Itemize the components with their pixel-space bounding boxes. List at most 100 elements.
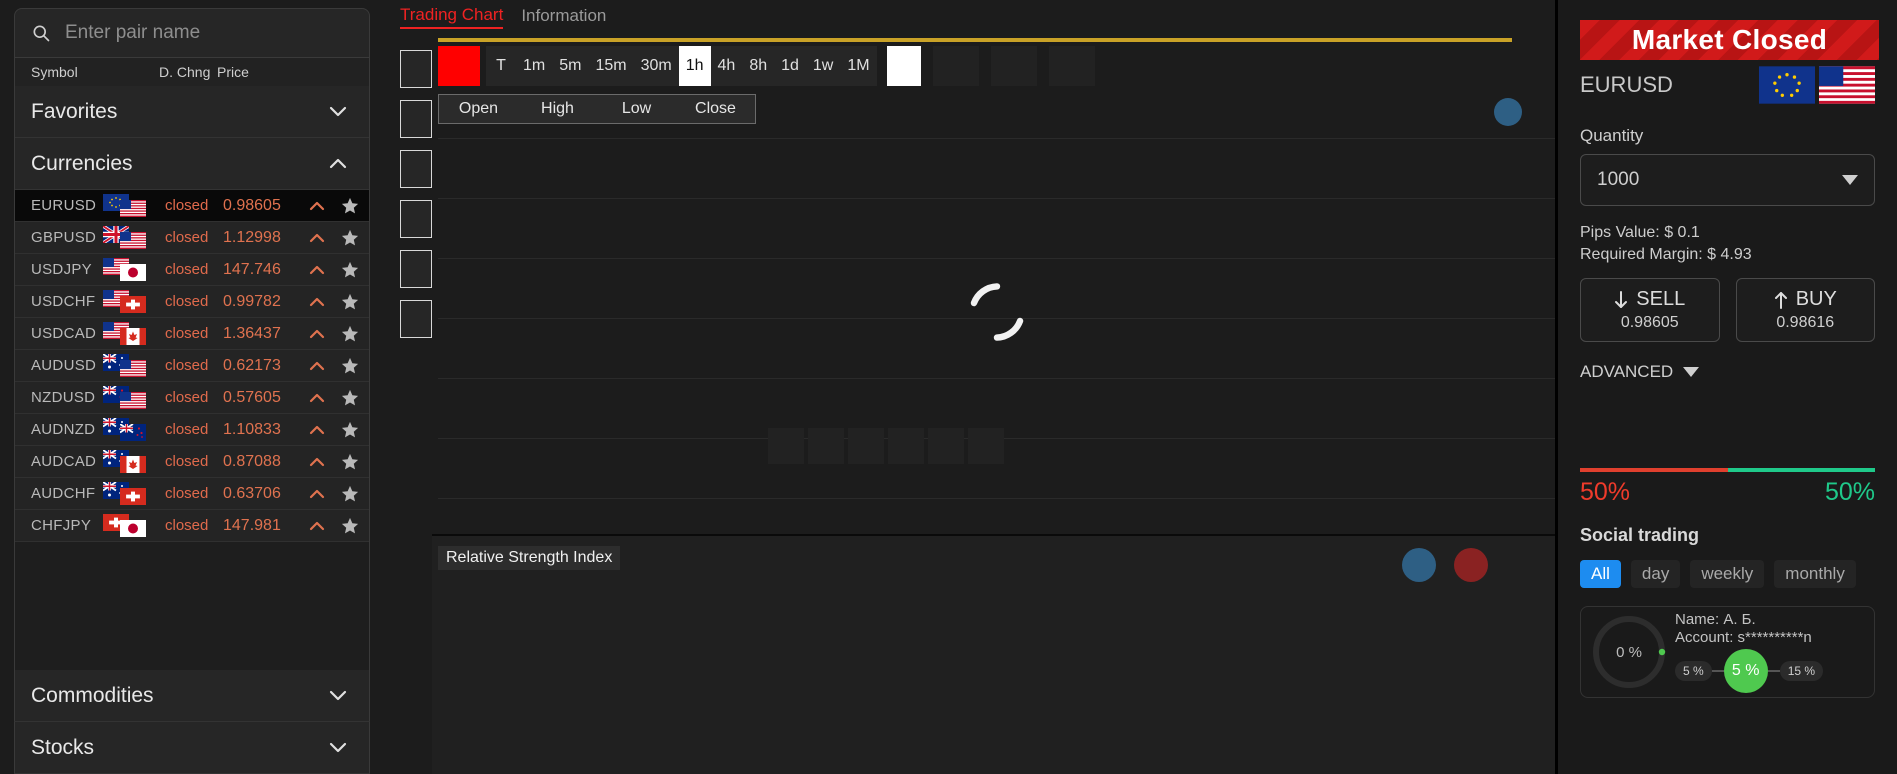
indicator-button[interactable] (932, 46, 979, 86)
timeframe-group[interactable]: T 1m 5m 15m 30m 1h 4h 8h 1d 1w 1M (486, 46, 877, 86)
caret-up-icon[interactable] (309, 265, 325, 275)
pair-flags (103, 289, 165, 314)
favorite-star-icon[interactable] (341, 229, 359, 247)
pair-row[interactable]: AUDUSD closed 0.62173 (15, 350, 369, 382)
group-favorites[interactable]: Favorites (15, 86, 369, 138)
advanced-toggle[interactable]: ADVANCED (1580, 362, 1875, 382)
drawing-tools[interactable] (400, 50, 432, 338)
favorite-star-icon[interactable] (341, 261, 359, 279)
timeframe-8h[interactable]: 8h (742, 46, 774, 86)
drawing-tool-button[interactable] (400, 150, 432, 188)
favorite-star-icon[interactable] (341, 421, 359, 439)
group-stocks[interactable]: Stocks (14, 722, 370, 774)
favorite-star-icon[interactable] (341, 357, 359, 375)
timeframe-T[interactable]: T (486, 46, 516, 86)
group-commodities[interactable]: Commodities (14, 670, 370, 722)
tab-information[interactable]: Information (521, 6, 606, 28)
pair-flags (103, 353, 165, 378)
pair-symbol: AUDCHF (31, 485, 96, 502)
favorite-star-icon[interactable] (341, 197, 359, 215)
risk-selector[interactable]: 5 % 5 % 15 % (1675, 648, 1864, 693)
caret-up-icon[interactable] (309, 521, 325, 531)
caret-up-icon[interactable] (309, 425, 325, 435)
drawing-tool-button[interactable] (400, 100, 432, 138)
timeframe-1d[interactable]: 1d (774, 46, 806, 86)
color-swatch[interactable] (438, 46, 480, 86)
timeframe-15m[interactable]: 15m (588, 46, 633, 86)
timeframe-1M[interactable]: 1M (840, 46, 876, 86)
pair-status: closed (165, 485, 209, 502)
social-tab-day[interactable]: day (1630, 560, 1681, 588)
rsi-add-button[interactable] (1402, 548, 1436, 582)
quantity-select[interactable]: 1000 (1580, 154, 1875, 206)
pair-flags (103, 385, 165, 410)
timeframe-1w[interactable]: 1w (806, 46, 840, 86)
pair-row[interactable]: CHFJPY closed 147.981 (15, 510, 369, 542)
social-tab-weekly[interactable]: weekly (1690, 560, 1765, 588)
buy-button[interactable]: BUY 0.98616 (1735, 278, 1875, 342)
caret-up-icon[interactable] (309, 393, 325, 403)
pair-row[interactable]: EURUSD closed 0.98605 (15, 190, 369, 222)
risk-high[interactable]: 15 % (1779, 660, 1824, 681)
market-status-label: Market Closed (1631, 24, 1828, 55)
favorite-star-icon[interactable] (341, 517, 359, 535)
pair-row[interactable]: GBPUSD closed 1.12998 (15, 222, 369, 254)
group-currencies[interactable]: Currencies (15, 138, 369, 190)
settings-button[interactable] (990, 46, 1037, 86)
chart-type-button[interactable] (886, 46, 921, 86)
pair-row[interactable]: AUDCHF closed 0.63706 (15, 478, 369, 510)
pair-symbol: NZDUSD (31, 389, 96, 406)
favorite-star-icon[interactable] (341, 293, 359, 311)
pair-row[interactable]: USDCAD closed 1.36437 (15, 318, 369, 350)
rsi-remove-button[interactable] (1454, 548, 1488, 582)
social-trading-tabs[interactable]: All day weekly monthly (1580, 560, 1875, 588)
sentiment-bar (1580, 468, 1875, 472)
drawing-tool-button[interactable] (400, 250, 432, 288)
trader-card[interactable]: 0 % Name: А. Б. Account: s**********n 5 … (1580, 606, 1875, 698)
pair-row[interactable]: NZDUSD closed 0.57605 (15, 382, 369, 414)
timeframe-30m[interactable]: 30m (634, 46, 679, 86)
timeframe-4h[interactable]: 4h (711, 46, 743, 86)
favorite-star-icon[interactable] (341, 485, 359, 503)
pair-row[interactable]: USDJPY closed 147.746 (15, 254, 369, 286)
pair-row[interactable]: AUDCAD closed 0.87088 (15, 446, 369, 478)
us-flag-icon (120, 231, 146, 249)
search-bar[interactable] (14, 8, 370, 58)
caret-up-icon[interactable] (309, 329, 325, 339)
sell-price: 0.98605 (1620, 314, 1679, 331)
sell-button[interactable]: SELL 0.98605 (1580, 278, 1720, 342)
favorite-star-icon[interactable] (341, 453, 359, 471)
timeframe-5m[interactable]: 5m (552, 46, 588, 86)
timeframe-1m[interactable]: 1m (516, 46, 552, 86)
pair-row[interactable]: USDCHF closed 0.99782 (15, 286, 369, 318)
rsi-panel[interactable]: Relative Strength Index (432, 534, 1556, 774)
chart-action-dot[interactable] (1494, 98, 1522, 126)
caret-up-icon[interactable] (309, 201, 325, 211)
drawing-tool-button[interactable] (400, 200, 432, 238)
favorite-star-icon[interactable] (341, 389, 359, 407)
caret-up-icon[interactable] (309, 489, 325, 499)
pair-price: 0.62173 (223, 356, 281, 374)
sentiment-values: 50% 50% (1580, 478, 1875, 507)
social-tab-monthly[interactable]: monthly (1774, 560, 1856, 588)
pair-price: 0.99782 (223, 292, 281, 310)
pair-flags (103, 513, 165, 538)
caret-up-icon[interactable] (309, 361, 325, 371)
timeframe-1h[interactable]: 1h (678, 46, 711, 86)
risk-low[interactable]: 5 % (1675, 660, 1712, 681)
pair-row[interactable]: AUDNZD closed 1.10833 (15, 414, 369, 446)
chart-canvas-region[interactable]: T 1m 5m 15m 30m 1h 4h 8h 1d 1w 1M Open High Low Cl… (438, 46, 1556, 538)
caret-up-icon[interactable] (309, 297, 325, 307)
fullscreen-button[interactable] (1048, 46, 1095, 86)
caret-up-icon[interactable] (309, 457, 325, 467)
risk-current[interactable]: 5 % (1723, 648, 1768, 693)
nz-flag-icon (120, 423, 146, 441)
instrument-list[interactable]: Favorites Currencies EURUSD closed 0.98605… (14, 86, 370, 670)
drawing-tool-button[interactable] (400, 50, 432, 88)
caret-up-icon[interactable] (309, 233, 325, 243)
search-input[interactable] (65, 22, 353, 44)
tab-trading-chart[interactable]: Trading Chart (400, 5, 504, 29)
favorite-star-icon[interactable] (341, 325, 359, 343)
drawing-tool-button[interactable] (400, 300, 432, 338)
social-tab-All[interactable]: All (1580, 560, 1621, 588)
